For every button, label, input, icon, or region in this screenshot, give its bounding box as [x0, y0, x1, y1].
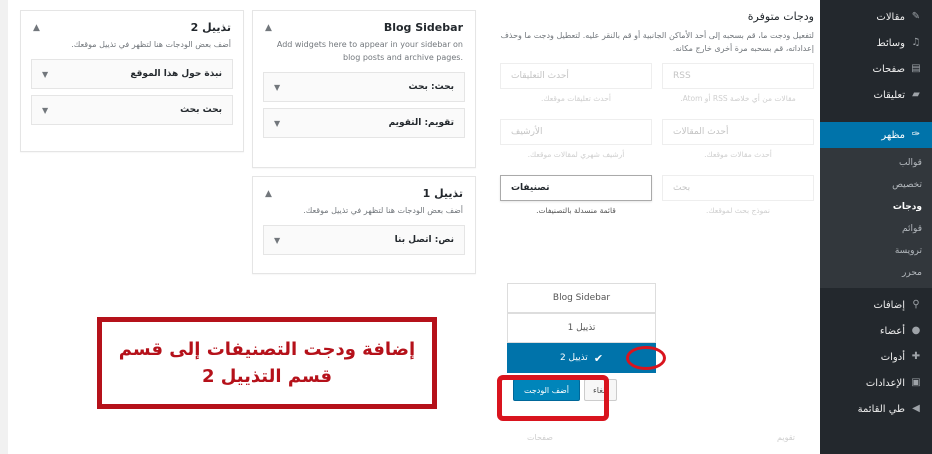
media-icon: ♫: [911, 37, 921, 48]
submenu-customize[interactable]: تخصيص: [820, 174, 932, 196]
annotation-line-1: إضافة ودجت التصنيفات إلى قسم: [118, 339, 416, 360]
content-area: تذييل 2 ▲ أضف بعض الودجات هنا لتظهر في ت…: [0, 0, 820, 454]
annotation-line-2: قسم التذييل 2: [201, 366, 333, 387]
plugins-icon: ⚲: [912, 299, 920, 310]
widget-categories[interactable]: تصنيفات: [500, 175, 652, 201]
widget-rss[interactable]: RSS: [662, 63, 814, 89]
menu-item-label: أعضاء: [879, 325, 905, 337]
menu-item-label: أدوات: [880, 351, 905, 363]
widget-recent-posts[interactable]: أحدث المقالات: [662, 119, 814, 145]
menu-item-pages[interactable]: ▤ صفحات: [820, 56, 932, 82]
widget-description: قائمة منسدلة بالتصنيفات.: [536, 206, 616, 215]
tools-icon: ✚: [911, 351, 921, 362]
menu-item-appearance[interactable]: ✑ مظهر: [814, 122, 932, 148]
widget-search[interactable]: بحث: [662, 175, 814, 201]
widget-title: نص: اتصل بنا: [394, 235, 454, 245]
collapse-caret-icon[interactable]: ▲: [265, 23, 272, 33]
menu-item-label: الإعدادات: [865, 377, 905, 389]
settings-icon: ▣: [911, 377, 921, 388]
collapse-icon: ◀: [912, 403, 920, 414]
chooser-option-label: تذييل 2: [559, 353, 588, 363]
expand-arrow-icon[interactable]: ▼: [274, 83, 280, 92]
available-widgets-grid: RSS أحدث التعليقات مقالات من أي خلاصة RS…: [500, 63, 814, 227]
widget-item[interactable]: نص: اتصل بنا ▼: [263, 225, 465, 255]
menu-item-label: إضافات: [873, 299, 905, 311]
submenu-themes[interactable]: قوالب: [820, 152, 932, 174]
widget-description: مقالات من أي خلاصة RSS أو Atom.: [680, 94, 796, 103]
area-title: Blog Sidebar: [383, 21, 463, 34]
menu-item-tools[interactable]: ✚ أدوات: [820, 344, 932, 370]
widget-item[interactable]: بحث بحث ▼: [31, 95, 233, 125]
widget-title: نبذة حول هذا الموقع: [130, 69, 222, 79]
submenu-menus[interactable]: قوائم: [820, 218, 932, 240]
widget-recent-comments[interactable]: أحدث التعليقات: [500, 63, 652, 89]
chooser-option-blog-sidebar[interactable]: Blog Sidebar: [507, 283, 656, 313]
widget-area-blog-sidebar: Blog Sidebar ▲ Add widgets here to appea…: [252, 10, 476, 168]
menu-item-label: مقالات: [876, 11, 905, 23]
appearance-icon: ✑: [911, 129, 921, 140]
admin-sidebar: ✎ مقالات ♫ وسائط ▤ صفحات ▰ تعليقات ✑ مظه…: [814, 0, 932, 454]
widget-title: بحث بحث: [180, 105, 222, 115]
appearance-submenu: قوالب تخصيص ودجات قوائم ترويسة محرر: [820, 148, 932, 288]
annotation-box: إضافة ودجت التصنيفات إلى قسم قسم التذييل…: [97, 317, 437, 409]
menu-item-comments[interactable]: ▰ تعليقات: [820, 82, 932, 108]
collapse-caret-icon[interactable]: ▲: [265, 189, 272, 199]
widget-area-footer-2: تذييل 2 ▲ أضف بعض الودجات هنا لتظهر في ت…: [20, 10, 244, 152]
available-widgets-title: ودجات متوفرة: [747, 10, 814, 23]
available-widgets-description: لتفعيل ودجت ما، قم بسحبه إلى أحد الأماكن…: [500, 31, 814, 53]
area-title: تذييل 2: [190, 21, 231, 34]
widget-description: أحدث مقالات موقعك.: [704, 150, 772, 159]
highlight-box: [497, 375, 609, 421]
pin-icon: ✎: [911, 11, 921, 22]
collapse-caret-icon[interactable]: ▲: [33, 23, 40, 33]
menu-item-label: صفحات: [872, 63, 905, 75]
widget-description: أرشيف شهري لمقالات موقعك.: [527, 150, 625, 159]
widget-item[interactable]: تقويم: التقويم ▼: [263, 108, 465, 138]
widget-item[interactable]: بحث: بحث ▼: [263, 72, 465, 102]
widget-description: نموذج بحث لموقعك.: [706, 206, 770, 215]
menu-item-label: وسائط: [876, 37, 905, 49]
checkmark-icon: ✔: [593, 351, 604, 365]
widget-area-footer-1: تذييل 1 ▲ أضف بعض الودجات هنا لتظهر في ت…: [252, 176, 476, 274]
chooser-option-label: Blog Sidebar: [552, 293, 611, 303]
chooser-option-footer-1[interactable]: تذييل 1: [507, 313, 656, 343]
area-header[interactable]: Blog Sidebar ▲: [253, 11, 475, 38]
widget-calendar[interactable]: تقويم: [777, 433, 795, 442]
area-header[interactable]: تذييل 1 ▲: [253, 177, 475, 204]
menu-item-label: تعليقات: [873, 89, 905, 101]
widget-description: أحدث تعليقات موقعك.: [541, 94, 611, 103]
expand-arrow-icon[interactable]: ▼: [274, 119, 280, 128]
widget-pages[interactable]: صفحات: [527, 433, 553, 442]
menu-item-collapse[interactable]: ◀ طي القائمة: [820, 396, 932, 422]
submenu-widgets[interactable]: ودجات: [820, 196, 932, 218]
expand-arrow-icon[interactable]: ▼: [42, 106, 48, 115]
area-description: أضف بعض الودجات هنا لتظهر في تذييل موقعك…: [71, 40, 231, 49]
area-description: أضف بعض الودجات هنا لتظهر في تذييل موقعك…: [303, 206, 463, 215]
area-description: Add widgets here to appear in your sideb…: [276, 40, 463, 62]
area-header[interactable]: تذييل 2 ▲: [21, 11, 243, 38]
widget-archives[interactable]: الأرشيف: [500, 119, 652, 145]
menu-item-label: مظهر: [881, 129, 905, 141]
menu-item-label: طي القائمة: [857, 403, 905, 415]
comments-icon: ▰: [912, 89, 920, 100]
widget-title: بحث: بحث: [408, 82, 454, 92]
submenu-editor[interactable]: محرر: [820, 262, 932, 284]
menu-item-media[interactable]: ♫ وسائط: [820, 30, 932, 56]
widget-item[interactable]: نبذة حول هذا الموقع ▼: [31, 59, 233, 89]
menu-item-settings[interactable]: ▣ الإعدادات: [820, 370, 932, 396]
menu-item-posts[interactable]: ✎ مقالات: [820, 4, 932, 30]
menu-item-users[interactable]: ● أعضاء: [820, 318, 932, 344]
expand-arrow-icon[interactable]: ▼: [274, 236, 280, 245]
chooser-option-label: تذييل 1: [567, 323, 596, 333]
available-widgets-bottom-row: تقويم صفحات: [507, 420, 815, 454]
area-title: تذييل 1: [422, 187, 463, 200]
highlight-circle: [626, 346, 666, 370]
submenu-header[interactable]: ترويسة: [820, 240, 932, 262]
widget-title: تقويم: التقويم: [388, 118, 454, 128]
menu-item-plugins[interactable]: ⚲ إضافات: [820, 292, 932, 318]
pages-icon: ▤: [911, 63, 921, 74]
expand-arrow-icon[interactable]: ▼: [42, 70, 48, 79]
users-icon: ●: [911, 325, 921, 336]
